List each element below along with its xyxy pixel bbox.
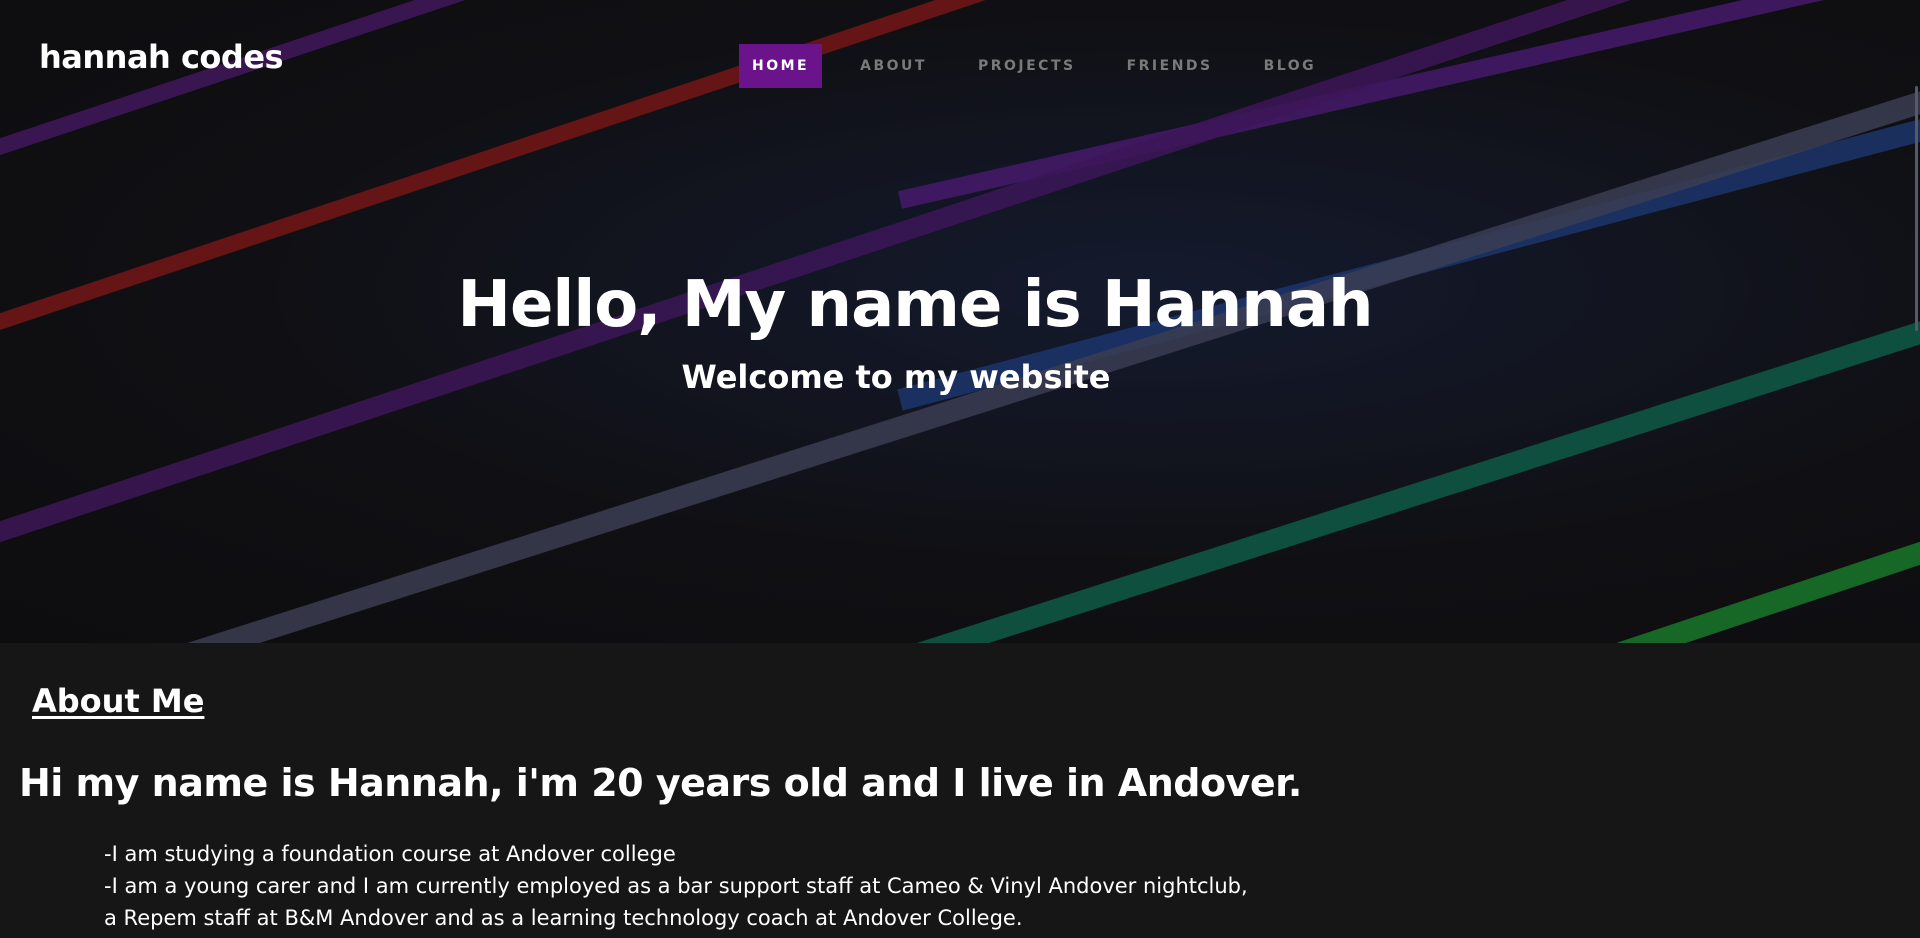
about-heading: About Me <box>32 682 205 720</box>
stripe-green <box>1616 541 1920 643</box>
about-line-employment: -I am a young carer and I am currently e… <box>104 874 1248 898</box>
about-line-study: -I am studying a foundation course at An… <box>104 842 676 866</box>
hero-title: Hello, My name is Hannah <box>457 268 1373 342</box>
nav-item-about[interactable]: ABOUT <box>847 44 940 88</box>
nav-item-blog[interactable]: BLOG <box>1251 44 1330 88</box>
about-line-employment-cont: a Repem staff at B&M Andover and as a le… <box>104 906 1023 930</box>
nav-item-projects[interactable]: PROJECTS <box>965 44 1089 88</box>
about-intro: Hi my name is Hannah, i'm 20 years old a… <box>19 761 1302 805</box>
hero-section: hannah codes HOME ABOUT PROJECTS FRIENDS… <box>0 0 1920 643</box>
nav-item-friends[interactable]: FRIENDS <box>1114 44 1226 88</box>
site-logo-text[interactable]: hannah codes <box>39 38 284 76</box>
main-navigation: HOME ABOUT PROJECTS FRIENDS BLOG <box>739 44 1354 88</box>
page-scrollbar[interactable] <box>1915 86 1918 331</box>
nav-item-home[interactable]: HOME <box>739 44 823 88</box>
hero-subtitle: Welcome to my website <box>681 358 1111 396</box>
about-details: -I am studying a foundation course at An… <box>104 838 1248 934</box>
stripe-purple-top <box>0 0 466 156</box>
